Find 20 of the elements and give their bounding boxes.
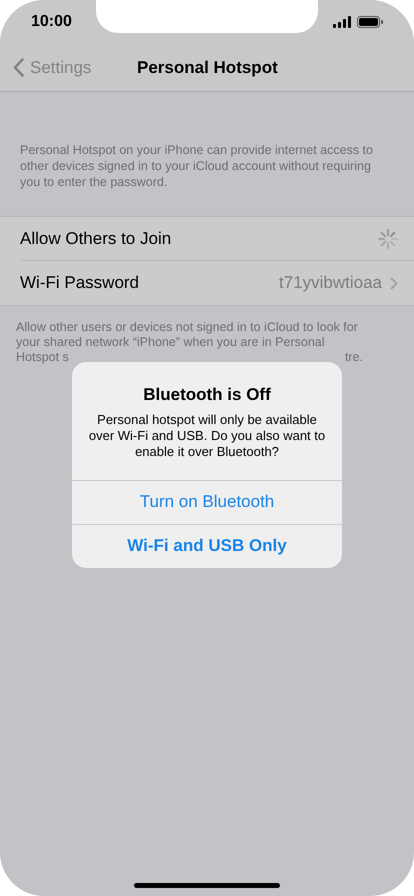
battery-icon <box>357 16 383 28</box>
signal-icon <box>333 16 351 28</box>
status-time: 10:00 <box>31 12 72 32</box>
spinner-icon <box>378 228 398 248</box>
footer-note-fragment: Hotspot s <box>16 350 69 365</box>
alert-button[interactable]: Wi-Fi and USB Only <box>72 524 342 568</box>
alert-title: Bluetooth is Off <box>143 384 271 406</box>
header-note: Personal Hotspot on your iPhone can provide internet access to other devices signed in to your iCloud account without requiring you to enter the password. <box>19 142 374 190</box>
row-label: Wi-Fi Password <box>20 272 140 294</box>
chevron-icon <box>390 276 398 290</box>
row-label: Allow Others to Join <box>20 228 172 250</box>
footer-note-line: your shared network “iPhone” when you are in Personal <box>16 335 325 350</box>
back-chevron-icon <box>13 58 24 77</box>
footer-note-line: Allow other users or devices not signed in to iCloud to look for <box>16 320 358 335</box>
footer-note-fragment: tre. <box>344 350 363 365</box>
nav-title: Personal Hotspot <box>137 56 278 79</box>
row-value: t71yvibwtioaa <box>278 272 382 294</box>
back-button[interactable]: Settings <box>0 54 92 80</box>
alert-button[interactable]: Turn on Bluetooth <box>72 480 342 524</box>
alert-message: Personal hotspot will only be available over Wi-Fi and USB. Do you also want to enable it over Bluetooth? <box>88 412 326 460</box>
